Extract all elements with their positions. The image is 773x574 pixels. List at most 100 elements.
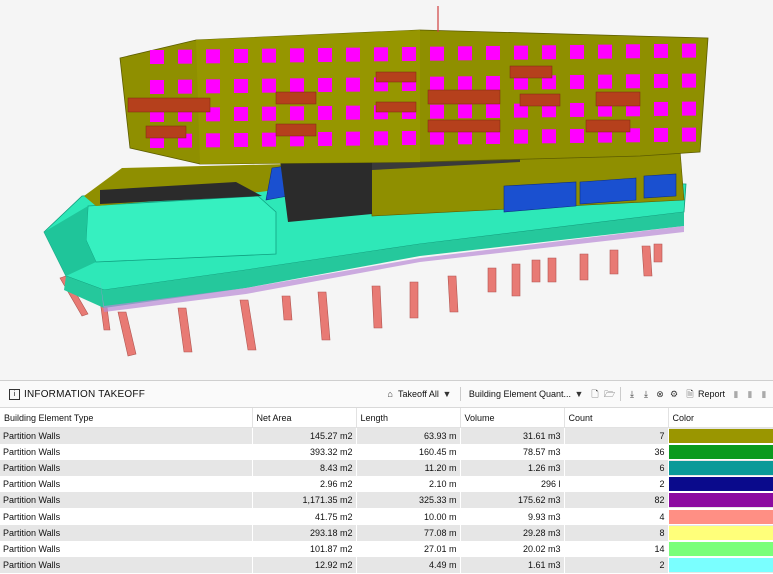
window xyxy=(318,47,332,62)
window xyxy=(374,47,388,62)
table-row[interactable]: Partition Walls 101.87 m2 27.01 m 20.02 m3 1… xyxy=(0,540,773,558)
report-button[interactable]: 🗎 Report xyxy=(683,389,727,399)
delete-icon[interactable]: ▮ xyxy=(745,389,755,399)
window xyxy=(570,128,584,143)
table-row[interactable]: Partition Walls 145.27 m2 63.93 m 31.61 m3 7 xyxy=(0,426,773,445)
window xyxy=(206,79,220,94)
panel-toolbar: i INFORMATION TAKEOFF ⌂ Takeoff All ▼ Bu… xyxy=(0,380,773,408)
window xyxy=(654,43,668,58)
color-swatch xyxy=(669,444,772,459)
open-folder-icon[interactable]: 🗁 xyxy=(604,389,615,399)
window xyxy=(290,78,304,93)
cell-volume: 9.93 m3 xyxy=(460,508,565,525)
table-row[interactable]: Partition Walls 293.18 m2 77.08 m 29.28 m3 8 xyxy=(0,524,773,542)
window xyxy=(206,133,220,148)
mode-dropdown[interactable]: Building Element Quant... ▼ xyxy=(467,389,586,399)
info-icon: i xyxy=(9,388,20,400)
table-row[interactable]: Partition Walls 393.32 m2 160.45 m 78.57 m3… xyxy=(0,443,773,461)
cell-net-area: 145.27 m2 xyxy=(252,427,357,444)
window xyxy=(262,132,276,147)
window xyxy=(234,132,248,147)
cell-count: 4 xyxy=(564,508,669,525)
cell-color[interactable] xyxy=(667,475,773,493)
window xyxy=(486,45,500,60)
window xyxy=(458,104,472,119)
window xyxy=(570,44,584,59)
cell-color[interactable] xyxy=(667,426,773,445)
cell-color[interactable] xyxy=(667,540,773,558)
cell-volume: 29.28 m3 xyxy=(460,524,565,541)
cell-color[interactable] xyxy=(667,491,773,509)
3d-model-viewport[interactable] xyxy=(0,0,773,380)
window xyxy=(598,44,612,59)
report-icon: 🗎 xyxy=(686,389,694,399)
cell-count: 8 xyxy=(564,524,669,541)
window xyxy=(234,48,248,63)
window xyxy=(318,131,332,146)
window xyxy=(290,106,304,121)
window xyxy=(402,46,416,61)
column-header-type[interactable]: Building Element Type xyxy=(0,408,253,428)
cell-volume: 296 l xyxy=(460,476,565,493)
column-header-area[interactable]: Net Area xyxy=(252,408,357,428)
window xyxy=(430,46,444,61)
cell-length: 27.01 m xyxy=(356,540,461,557)
clear-icon[interactable]: ⊗ xyxy=(655,389,665,399)
cell-type: Partition Walls xyxy=(0,524,253,541)
cell-length: 10.00 m xyxy=(356,508,461,525)
window xyxy=(318,105,332,120)
table-row[interactable]: Partition Walls 2.96 m2 2.10 m 296 l2 xyxy=(0,475,773,493)
window xyxy=(458,46,472,61)
window xyxy=(374,131,388,146)
window xyxy=(234,78,248,93)
takeoff-all-dropdown[interactable]: ⌂ Takeoff All ▼ xyxy=(383,389,454,399)
house-icon: ⌂ xyxy=(387,389,393,399)
column-header-color[interactable]: Color xyxy=(668,408,773,428)
cell-volume: 1.26 m3 xyxy=(460,459,565,477)
export-icon[interactable]: ⤓ xyxy=(627,389,637,399)
takeoff-all-label: Takeoff All xyxy=(398,389,439,399)
column-header-volume[interactable]: Volume xyxy=(460,408,565,428)
cell-net-area: 1,171.35 m2 xyxy=(252,492,357,509)
window xyxy=(570,74,584,89)
window xyxy=(514,45,528,60)
cell-count: 36 xyxy=(564,443,669,460)
table-header-row: Building Element Type Net Area Length Vo… xyxy=(0,408,773,428)
toolbar-tools: ⌂ Takeoff All ▼ Building Element Quant..… xyxy=(383,381,769,407)
cell-type: Partition Walls xyxy=(0,427,253,444)
cell-count: 82 xyxy=(564,492,669,509)
window xyxy=(458,76,472,91)
building-model xyxy=(43,6,709,357)
window xyxy=(542,45,556,60)
cell-type: Partition Walls xyxy=(0,492,253,509)
window xyxy=(542,129,556,144)
table-row[interactable]: Partition Walls 1,171.35 m2 325.33 m 175.62… xyxy=(0,491,773,509)
window xyxy=(430,76,444,91)
gear-icon[interactable]: ⚙ xyxy=(669,389,679,399)
window xyxy=(346,77,360,92)
column-header-length[interactable]: Length xyxy=(356,408,461,428)
table-row[interactable]: Partition Walls 41.75 m2 10.00 m 9.93 m3 4 xyxy=(0,507,773,526)
cell-color[interactable] xyxy=(667,443,773,461)
cell-net-area: 393.32 m2 xyxy=(252,443,357,460)
window xyxy=(654,101,668,116)
new-document-icon[interactable]: 🗋 xyxy=(590,389,600,399)
column-header-count[interactable]: Count xyxy=(564,408,669,428)
report-label: Report xyxy=(697,389,725,399)
divider xyxy=(619,387,621,401)
cell-count: 14 xyxy=(564,540,669,557)
window xyxy=(178,79,192,94)
window xyxy=(178,49,192,64)
delete-icon[interactable]: ▮ xyxy=(759,389,769,399)
export-all-icon[interactable]: ⤓ xyxy=(641,389,651,399)
information-takeoff-panel: i INFORMATION TAKEOFF ⌂ Takeoff All ▼ Bu… xyxy=(0,380,773,574)
cell-color[interactable] xyxy=(667,524,773,542)
cell-color[interactable] xyxy=(667,507,773,526)
cell-color[interactable] xyxy=(667,459,773,477)
delete-icon[interactable]: ▮ xyxy=(731,389,741,399)
cell-volume: 78.57 m3 xyxy=(460,443,565,460)
cell-type: Partition Walls xyxy=(0,459,253,477)
window xyxy=(654,127,668,142)
table-row[interactable]: Partition Walls 8.43 m2 11.20 m 1.26 m3 6 xyxy=(0,459,773,477)
window xyxy=(150,80,164,94)
